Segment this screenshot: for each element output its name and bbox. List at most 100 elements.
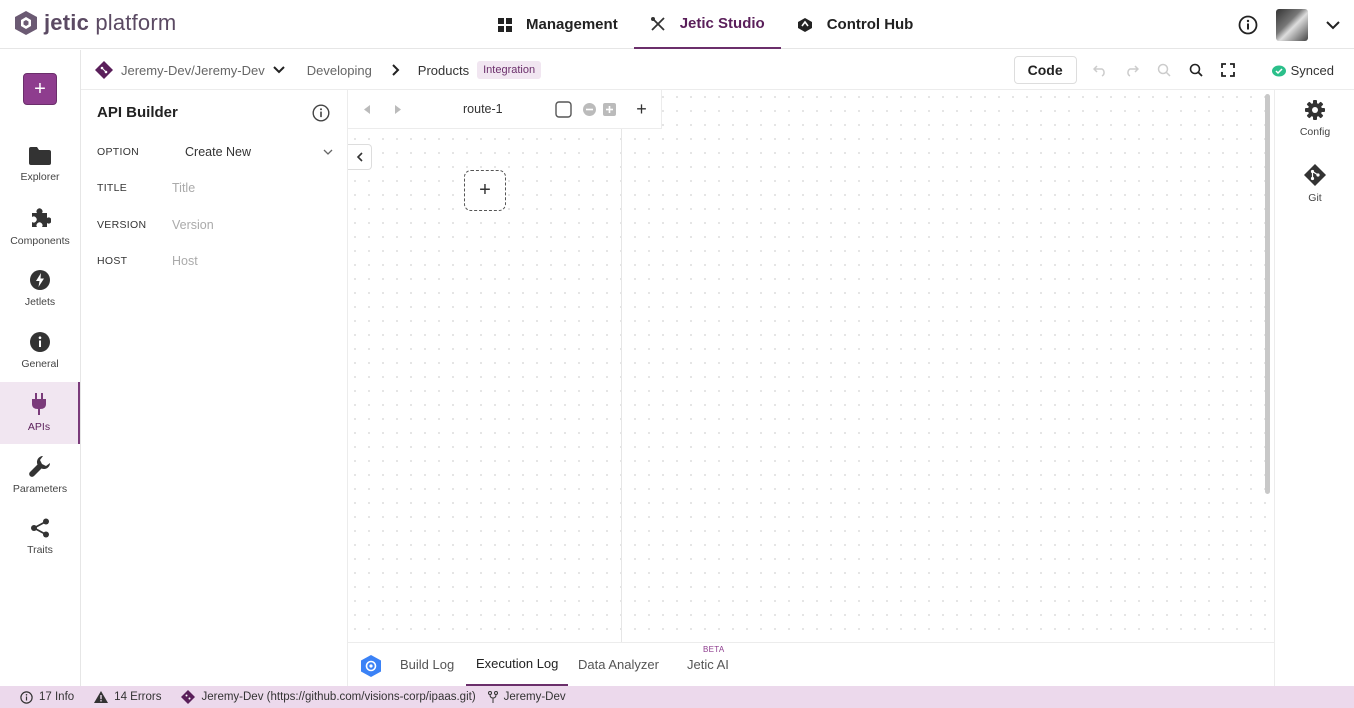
tab-data-analyzer[interactable]: Data Analyzer — [568, 643, 669, 686]
bottom-tabs: Build Log Execution Log Data Analyzer Je… — [348, 642, 1274, 686]
sidebar-item-components[interactable]: Components — [0, 196, 80, 258]
top-nav: Management Jetic Studio Control Hub — [482, 0, 929, 49]
option-row: OPTION Create New — [97, 142, 333, 162]
sync-status: Synced — [1271, 63, 1334, 78]
tab-build-log[interactable]: Build Log — [390, 643, 464, 686]
sidebar-item-explorer[interactable]: Explorer — [0, 134, 80, 196]
tab-execution-log[interactable]: Execution Log — [466, 643, 569, 686]
breadcrumb: Jeremy-Dev/Jeremy-Dev Developing Product… — [95, 50, 542, 90]
logo-text: jetic platform — [44, 10, 177, 35]
sidebar-item-label: Jetlets — [24, 296, 56, 308]
api-builder-panel: API Builder OPTION Create New TITLE VERS… — [81, 90, 348, 686]
option-select[interactable]: Create New — [185, 145, 323, 159]
canvas-scrollbar[interactable] — [1265, 94, 1270, 494]
cloud-check-icon — [1271, 65, 1286, 77]
rail-item-config[interactable]: Config — [1275, 100, 1354, 138]
route-canvas[interactable]: route-1 + + — [348, 90, 1274, 642]
toolbar: Code Synced — [1013, 54, 1334, 86]
error-count[interactable]: 14 Errors — [94, 691, 161, 703]
route-column-divider — [621, 90, 622, 642]
nav-jetic-studio[interactable]: Jetic Studio — [633, 0, 781, 49]
expand-all-icon[interactable] — [603, 103, 616, 116]
zoom-in-icon[interactable] — [1187, 61, 1205, 79]
sidebar-item-label: Parameters — [12, 483, 68, 495]
sidebar-item-label: APIs — [27, 421, 51, 433]
rail-item-label: Git — [1308, 192, 1322, 204]
version-label: VERSION — [97, 219, 147, 231]
branch-status[interactable]: Jeremy-Dev — [487, 690, 566, 704]
chevron-down-icon[interactable] — [323, 149, 333, 155]
add-button[interactable]: + — [23, 73, 57, 105]
info-icon[interactable] — [1238, 15, 1258, 35]
plug-icon — [32, 393, 46, 415]
left-sidebar: + Explorer Components Jetlets General AP… — [0, 50, 81, 686]
route-title[interactable]: route-1 — [463, 102, 503, 116]
chevron-down-icon[interactable] — [1326, 20, 1340, 30]
chevron-down-icon[interactable] — [273, 66, 285, 74]
host-row: HOST — [97, 251, 333, 271]
status-bar: 17 Info 14 Errors Jeremy-Dev (https://gi… — [0, 686, 1354, 708]
sidebar-item-label: Traits — [27, 544, 53, 556]
right-rail: Config Git — [1274, 90, 1354, 686]
host-input[interactable] — [172, 254, 333, 268]
chevron-right-icon — [392, 64, 400, 76]
sidebar-item-general[interactable]: General — [0, 320, 80, 382]
info-count-label: 17 Info — [39, 691, 75, 703]
share-icon — [31, 518, 49, 538]
nav-management-label: Management — [526, 16, 618, 33]
nav-control-hub[interactable]: Control Hub — [781, 0, 930, 49]
sidebar-item-apis[interactable]: APIs — [0, 382, 80, 444]
fullscreen-icon[interactable] — [1219, 61, 1237, 79]
redo-icon[interactable] — [1123, 61, 1141, 79]
sidebar-item-jetlets[interactable]: Jetlets — [0, 258, 80, 320]
add-step-button[interactable]: + — [464, 170, 506, 211]
nav-jetic-studio-label: Jetic Studio — [679, 15, 765, 32]
avatar[interactable] — [1276, 9, 1308, 41]
git-diamond-icon — [181, 690, 196, 704]
info-count[interactable]: 17 Info — [20, 690, 75, 704]
sidebar-item-traits[interactable]: Traits — [0, 506, 80, 568]
bolt-icon — [30, 270, 50, 290]
breadcrumb-project[interactable]: Products — [418, 63, 469, 78]
folder-icon — [29, 147, 51, 165]
collapse-panel-button[interactable] — [348, 144, 372, 170]
git-icon — [1304, 164, 1326, 186]
collapse-all-icon[interactable] — [583, 103, 596, 116]
title-input[interactable] — [172, 181, 333, 195]
rail-item-git[interactable]: Git — [1275, 164, 1354, 204]
puzzle-icon — [32, 208, 51, 227]
host-label: HOST — [97, 255, 128, 267]
jetic-hexagon-icon[interactable] — [359, 654, 383, 678]
zoom-out-icon[interactable] — [1155, 61, 1173, 79]
info-icon[interactable] — [312, 104, 330, 122]
chevron-left-icon — [356, 152, 363, 162]
breadcrumb-repo[interactable]: Jeremy-Dev/Jeremy-Dev — [121, 63, 265, 78]
checkbox-icon[interactable] — [555, 101, 572, 118]
version-row: VERSION — [97, 215, 333, 235]
version-input[interactable] — [172, 218, 333, 232]
title-row: TITLE — [97, 178, 333, 198]
undo-icon[interactable] — [1091, 61, 1109, 79]
arrow-left-icon[interactable] — [364, 105, 370, 114]
option-label: OPTION — [97, 146, 140, 158]
sidebar-item-label: Explorer — [20, 171, 60, 183]
sub-bar: Jeremy-Dev/Jeremy-Dev Developing Product… — [81, 50, 1354, 90]
repo-status[interactable]: Jeremy-Dev (https://github.com/visions-c… — [181, 690, 476, 704]
info-icon — [20, 690, 33, 704]
title-label: TITLE — [97, 182, 128, 194]
code-button[interactable]: Code — [1013, 56, 1077, 84]
git-diamond-icon — [95, 61, 113, 79]
logo[interactable]: jetic platform — [14, 10, 176, 36]
nav-management[interactable]: Management — [482, 0, 634, 49]
branch-label: Jeremy-Dev — [503, 691, 566, 703]
top-right-actions — [1238, 9, 1340, 41]
beta-badge: BETA — [703, 645, 725, 654]
rail-item-label: Config — [1299, 126, 1331, 138]
add-route-button[interactable]: + — [622, 90, 662, 129]
warning-icon — [94, 691, 109, 703]
breadcrumb-stage[interactable]: Developing — [307, 63, 372, 78]
route-header: route-1 — [348, 90, 622, 129]
nav-control-hub-label: Control Hub — [826, 16, 914, 33]
arrow-right-icon[interactable] — [395, 105, 401, 114]
sidebar-item-parameters[interactable]: Parameters — [0, 444, 80, 506]
